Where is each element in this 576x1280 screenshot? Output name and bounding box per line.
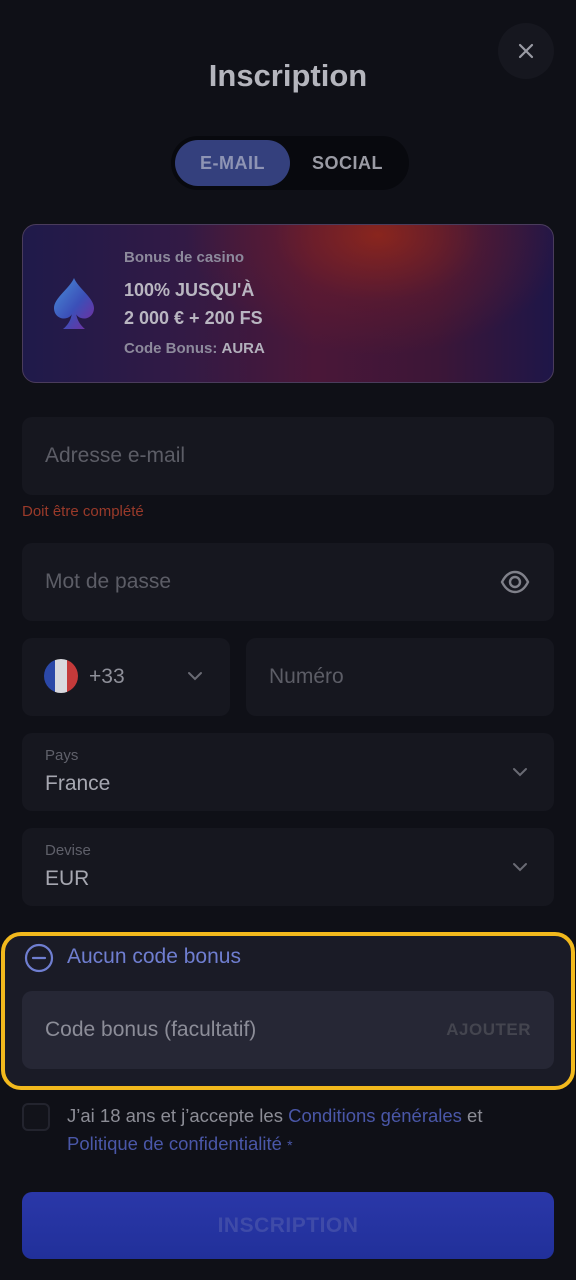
email-placeholder: Adresse e-mail [45,444,186,467]
required-mark: * [287,1137,293,1153]
add-bonus-button[interactable]: AJOUTER [446,991,531,1069]
close-icon [518,43,534,59]
chevron-down-icon [513,768,527,777]
terms-text-before: J’ai 18 ans et j’accepte les [67,1105,289,1126]
signup-method-switch: E-MAIL SOCIAL [171,136,409,190]
password-field[interactable]: Mot de passe [22,543,554,621]
country-label: Pays [45,747,79,764]
france-flag-icon [44,659,78,693]
inscription-button[interactable]: INSCRIPTION [22,1192,554,1259]
email-error: Doit être complété [22,503,144,520]
bonus-code-placeholder: Code bonus (facultatif) [45,1018,257,1041]
currency-value: EUR [45,867,90,890]
terms-text-middle: et [461,1105,483,1126]
registration-page: Inscription E-MAIL SOCIAL Bonus de casin… [0,0,576,1280]
bonus-banner-text: Bonus de casino 100% JUSQU'À 2 000 € + 2… [124,249,265,357]
bonus-offer-line1: 100% JUSQU'À [124,280,255,300]
phone-prefix-value: +33 [89,665,125,688]
phone-prefix-select[interactable]: +33 [22,638,230,716]
tab-email[interactable]: E-MAIL [175,140,290,186]
country-select[interactable]: Pays France [22,733,554,811]
terms-conditions-link[interactable]: Conditions générales [288,1105,462,1126]
currency-select[interactable]: Devise EUR [22,828,554,906]
bonus-offer-line2: 2 000 € + 200 FS [124,308,263,328]
phone-number-input[interactable]: Numéro [246,638,554,716]
phone-number-placeholder: Numéro [269,665,344,688]
bonus-banner [22,224,554,383]
country-value: France [45,772,111,795]
currency-label: Devise [45,842,91,859]
spade-icon [54,278,94,329]
chevron-down-icon [513,863,527,872]
page-title: Inscription [208,58,368,93]
bonus-code-value: AURA [221,340,265,357]
bonus-code-input[interactable]: Code bonus (facultatif) AJOUTER [22,991,554,1069]
bonus-code-label: Code Bonus: [124,340,218,357]
eye-icon[interactable] [500,568,530,596]
chevron-down-icon [188,672,202,681]
privacy-policy-link[interactable]: Politique de confidentialité [67,1133,282,1154]
bonus-label: Bonus de casino [124,249,245,266]
terms-checkbox[interactable] [22,1103,50,1131]
password-placeholder: Mot de passe [45,570,172,593]
bonus-code-line: Code Bonus: AURA [124,340,265,357]
no-bonus-code-toggle[interactable]: Aucun code bonus [67,945,241,969]
minus-circle-icon[interactable] [24,943,54,973]
terms-text: J’ai 18 ans et j’accepte les Conditions … [67,1102,537,1159]
tab-social[interactable]: SOCIAL [290,140,405,186]
email-field[interactable]: Adresse e-mail [22,417,554,495]
